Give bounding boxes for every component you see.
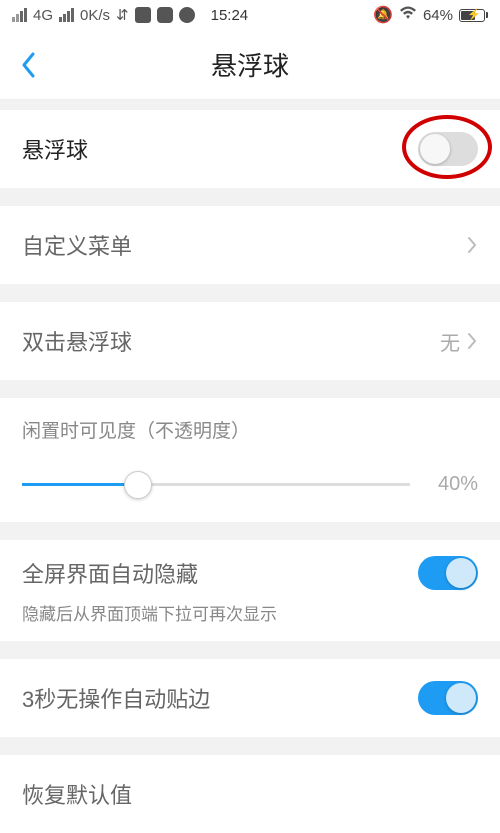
auto-hide-sub: 隐藏后从界面顶端下拉可再次显示 [22, 600, 478, 625]
network-type: 4G [33, 7, 53, 24]
custom-menu-label: 自定义菜单 [22, 229, 132, 261]
status-bar: 4G 0K/s ⇵ 15:24 🔕 64% ⚡ [0, 0, 500, 30]
signal-icon-2 [59, 8, 74, 22]
nav-header: 悬浮球 [0, 30, 500, 100]
signal-icon-1 [12, 8, 27, 22]
status-app-icon-1 [135, 7, 151, 23]
row-floating-ball: 悬浮球 [0, 110, 500, 188]
chevron-right-icon [466, 235, 478, 255]
floating-ball-label: 悬浮球 [22, 133, 88, 165]
usb-icon: ⇵ [116, 6, 129, 24]
opacity-value: 40% [428, 473, 478, 496]
auto-hide-label: 全屏界面自动隐藏 [22, 557, 198, 589]
floating-ball-toggle[interactable] [418, 132, 478, 166]
row-double-tap[interactable]: 双击悬浮球 无 [0, 302, 500, 380]
battery-percentage: 64% [423, 7, 453, 24]
row-opacity: 闲置时可见度（不透明度） 40% [0, 398, 500, 522]
opacity-label: 闲置时可见度（不透明度） [22, 416, 478, 443]
wifi-icon [399, 6, 417, 24]
slider-thumb[interactable] [124, 471, 152, 499]
back-button[interactable] [14, 50, 44, 80]
chevron-right-icon [466, 331, 478, 351]
row-auto-dock: 3秒无操作自动贴边 [0, 659, 500, 737]
status-time: 15:24 [211, 7, 249, 24]
auto-dock-toggle[interactable] [418, 681, 478, 715]
auto-hide-toggle[interactable] [418, 556, 478, 590]
battery-icon: ⚡ [459, 9, 488, 22]
row-custom-menu[interactable]: 自定义菜单 [0, 206, 500, 284]
double-tap-label: 双击悬浮球 [22, 325, 132, 357]
status-app-icon-2 [157, 7, 173, 23]
row-reset[interactable]: 恢复默认值 [0, 755, 500, 833]
reset-label: 恢复默认值 [22, 778, 132, 810]
auto-dock-label: 3秒无操作自动贴边 [22, 682, 210, 714]
dnd-icon: 🔕 [373, 5, 393, 25]
double-tap-value: 无 [440, 327, 460, 356]
data-speed: 0K/s [80, 7, 110, 24]
page-title: 悬浮球 [0, 46, 500, 83]
opacity-slider[interactable] [22, 483, 410, 486]
status-app-icon-3 [179, 7, 195, 23]
row-auto-hide: 全屏界面自动隐藏 隐藏后从界面顶端下拉可再次显示 [0, 540, 500, 641]
